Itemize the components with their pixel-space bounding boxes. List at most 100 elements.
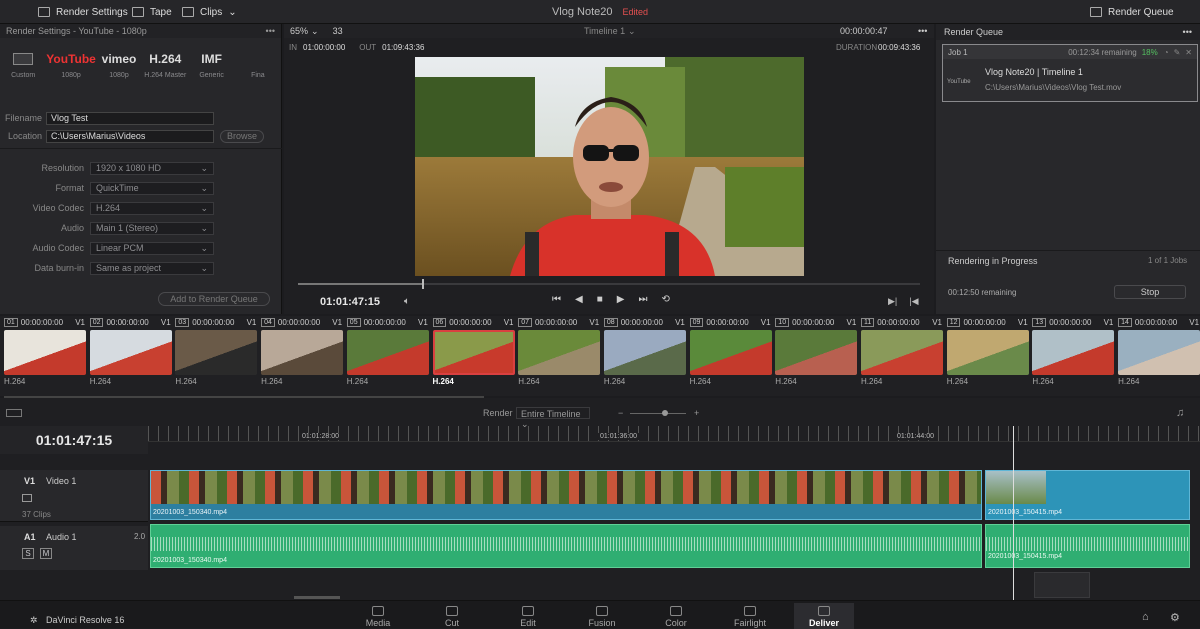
prev-marker-icon[interactable]: |◀︎ [909,296,918,307]
clip-track: V1 [1017,318,1028,327]
timeline-selector[interactable]: Timeline 1 [584,26,625,36]
page-tab-fairlight[interactable]: Fairlight [720,603,780,629]
video-track-header[interactable]: V1 Video 1 37 Clips [0,470,148,522]
add-to-render-queue-button[interactable]: Add to Render Queue [158,292,270,306]
clip-codec: H.264 [775,377,797,386]
clip-thumbnail[interactable]: 08 00:00:00:00 V1 H.264 [603,316,689,396]
preset-label: Generic [199,72,224,79]
volume-icon[interactable]: 🔈︎ [404,296,410,307]
clip-thumbnail[interactable]: 05 00:00:00:00 V1 H.264 [346,316,432,396]
fairlight-page-icon [744,606,756,616]
gear-icon[interactable]: ⚙ [1170,611,1180,624]
settings-select[interactable]: 1920 x 1080 HD ⌄ [90,161,214,175]
clip-number: 03 [175,318,190,327]
settings-select[interactable]: Linear PCM ⌄ [90,241,214,255]
audio-track-header[interactable]: A1 Audio 1 2.0 S M [0,526,148,570]
next-marker-icon[interactable]: ▶︎| [888,296,897,307]
page-tab-cut[interactable]: Cut [422,603,482,629]
clip-thumbnail[interactable]: 11 00:00:00:00 V1 H.264 [861,316,946,396]
settings-row: Video Codec H.264 ⌄ [0,200,282,216]
clip-name: 20201003_150415.mp4 [988,553,1062,560]
preset-item[interactable]: Custom [0,46,46,98]
stop-render-button[interactable]: Stop [1114,285,1186,299]
clip-track: V1 [932,318,942,327]
settings-value: QuickTime [96,183,139,193]
clip-thumbnail[interactable]: 09 00:00:00:00 V1 H.264 [689,316,775,396]
close-icon[interactable]: ✕ [1185,48,1192,57]
page-tab-fusion[interactable]: Fusion [572,603,632,629]
clip-thumbnail[interactable]: 01 00:00:00:00 V1 H.264 [4,316,89,396]
chevron-down-icon: ⌄ [200,202,208,213]
more-options-icon[interactable]: ••• [918,26,927,36]
zoom-level[interactable]: 65% [290,26,308,36]
loop-icon[interactable]: ⟲ [661,294,669,305]
page-label: Media [365,618,391,628]
stop-icon[interactable]: ■ [597,294,603,305]
divider [0,148,282,149]
clip-thumbnail[interactable]: 14 00:00:00:00 V1 H.264 [1118,316,1200,396]
preset-item[interactable]: IMF Generic [188,46,234,98]
clip-thumbnail[interactable]: 02 00:00:00:00 V1 H.264 [89,316,175,396]
app-name: DaVinci Resolve 16 [46,615,125,625]
reverse-icon[interactable]: ◀︎ [575,294,583,305]
timeline-scrollbar[interactable] [294,596,340,599]
preset-item[interactable]: Fina [235,46,281,98]
clip-thumbnail[interactable]: 03 00:00:00:00 V1 H.264 [175,316,260,396]
chevron-down-icon: ⌄ [200,242,208,253]
clip-thumbnail[interactable]: 04 00:00:00:00 V1 H.264 [261,316,346,396]
clip-header: 04 00:00:00:00 V1 [261,316,346,329]
render-queue-toggle[interactable]: Render Queue [1090,0,1174,24]
settings-select[interactable]: QuickTime ⌄ [90,181,214,195]
preset-item[interactable]: H.264 H.264 Master [142,46,188,98]
last-frame-icon[interactable]: ⏭︎ [638,294,647,305]
render-queue-panel: Render Queue ••• Job 1 00:12:34 remaining… [936,24,1200,314]
first-frame-icon[interactable]: ⏮︎ [552,294,561,305]
page-tab-color[interactable]: Color [646,603,706,629]
settings-select[interactable]: Same as project ⌄ [90,261,214,275]
zoom-slider-handle[interactable] [662,410,668,416]
home-icon[interactable]: ⌂ [1142,611,1149,623]
zoom-in-icon[interactable]: + [694,408,699,418]
settings-select[interactable]: Main 1 (Stereo) ⌄ [90,221,214,235]
video-clip[interactable]: 20201003_150415.mp4 [985,470,1190,520]
music-note-icon[interactable]: ♫ [1176,407,1184,419]
track-monitor-icon[interactable] [22,494,32,502]
more-options-icon[interactable]: ••• [266,26,275,36]
browse-button[interactable]: Browse [220,129,264,143]
track-label: A1 [24,532,36,542]
page-tab-deliver[interactable]: Deliver [794,603,854,629]
mute-button[interactable]: M [40,548,52,559]
preset-item[interactable]: YouTube 1080p [46,46,96,98]
clip-thumbnail[interactable]: 10 00:00:00:00 V1 H.264 [775,316,860,396]
clip-number: 11 [861,318,875,327]
page-label: Edit [520,618,536,628]
timeline-view-icon[interactable] [6,409,22,417]
render-range-select[interactable]: Entire Timeline ⌄ [516,407,590,429]
clip-thumbnail[interactable]: 07 00:00:00:00 V1 H.264 [518,316,603,396]
zoom-out-icon[interactable]: − [618,408,623,418]
page-tab-edit[interactable]: Edit [498,603,558,629]
filename-field[interactable]: Vlog Test [46,111,214,125]
page-tab-media[interactable]: Media [348,603,408,629]
audio-clip[interactable]: 20201003_150340.mp4 [150,524,982,568]
playhead[interactable] [422,279,425,289]
scrub-bar[interactable] [298,279,920,289]
clip-track: V1 [75,318,85,327]
render-job-card[interactable]: Job 1 00:12:34 remaining 18% ◔ ✎ ✕ YouTu… [942,44,1198,102]
settings-select[interactable]: H.264 ⌄ [90,201,214,215]
timeline-playhead[interactable] [1013,426,1014,600]
clip-number: 04 [261,318,275,327]
clip-preview [89,330,172,375]
clip-thumbnail[interactable]: 12 00:00:00:00 V1 H.264 [946,316,1032,396]
audio-clip[interactable]: 20201003_150415.mp4 [985,524,1190,568]
video-clip[interactable]: 20201003_150340.mp4 [150,470,982,520]
preset-item[interactable]: vimeo 1080p [96,46,142,98]
solo-button[interactable]: S [22,548,34,559]
zoom-slider[interactable] [630,413,686,414]
location-field[interactable]: C:\Users\Marius\Videos [46,129,214,143]
play-icon[interactable]: ▶︎ [617,294,625,305]
clip-thumbnail[interactable]: 06 00:00:00:00 V1 H.264 [432,316,518,396]
clip-thumbnail[interactable]: 13 00:00:00:00 V1 H.264 [1032,316,1117,396]
more-options-icon[interactable]: ••• [1183,27,1192,37]
edit-icon[interactable]: ✎ [1174,48,1181,57]
